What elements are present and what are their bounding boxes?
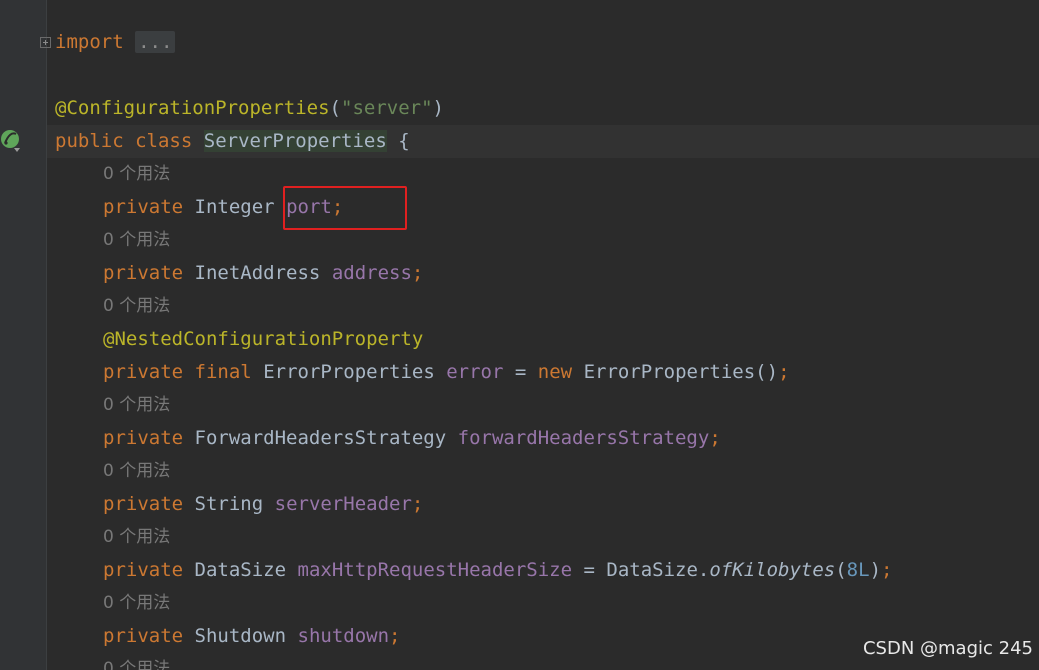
paren-open: ( — [835, 559, 847, 581]
watermark: CSDN @magic 245 — [862, 638, 1033, 659]
code-line-max-http-request-header-size[interactable]: private DataSize maxHttpRequestHeaderSiz… — [103, 554, 892, 587]
editor-gutter[interactable] — [0, 0, 46, 670]
field-name-address: address — [331, 262, 412, 284]
field-name-server-header: serverHeader — [274, 493, 412, 515]
field-type: String — [194, 493, 264, 515]
usage-hint[interactable]: 0 个用法 — [103, 224, 170, 257]
paren-close: ) — [432, 97, 444, 119]
constructor-name: ErrorProperties — [583, 361, 756, 383]
semicolon: ; — [411, 262, 424, 284]
usage-hint[interactable]: 0 个用法 — [103, 389, 170, 422]
public-keyword: public — [55, 130, 124, 152]
private-keyword: private — [103, 262, 184, 284]
usage-hint[interactable]: 0 个用法 — [103, 158, 170, 191]
usage-hint[interactable]: 0 个用法 — [103, 521, 170, 554]
number-literal: 8L — [846, 559, 870, 581]
new-keyword: new — [537, 361, 573, 383]
usage-hint[interactable]: 0 个用法 — [103, 290, 170, 323]
spring-bean-icon[interactable] — [0, 128, 24, 154]
brace-open: { — [398, 130, 410, 152]
fold-expand-icon[interactable] — [40, 37, 51, 48]
field-name-shutdown: shutdown — [297, 625, 390, 647]
private-keyword: private — [103, 559, 184, 581]
code-line-error[interactable]: private final ErrorProperties error = ne… — [103, 356, 790, 389]
paren-close: ) — [869, 559, 882, 581]
gutter-separator — [46, 0, 47, 670]
configuration-properties-annotation: @ConfigurationProperties — [55, 97, 330, 119]
code-line-import[interactable]: import ... — [55, 26, 176, 59]
private-keyword: private — [103, 493, 184, 515]
field-type: DataSize — [194, 559, 287, 581]
code-editor[interactable]: import ... @ConfigurationProperties("ser… — [0, 0, 1039, 670]
code-line-server-header[interactable]: private String serverHeader; — [103, 488, 423, 521]
field-name-error: error — [446, 361, 504, 383]
field-type: ErrorProperties — [263, 361, 435, 383]
field-type: InetAddress — [194, 262, 321, 284]
code-line-nested-annotation[interactable]: @NestedConfigurationProperty — [103, 323, 423, 356]
field-type: ForwardHeadersStrategy — [194, 427, 447, 449]
highlight-annotation-box — [283, 186, 407, 230]
import-keyword: import — [55, 31, 124, 53]
field-type: Shutdown — [194, 625, 287, 647]
code-line-forward-headers-strategy[interactable]: private ForwardHeadersStrategy forwardHe… — [103, 422, 721, 455]
private-keyword: private — [103, 427, 184, 449]
parens: () — [755, 361, 779, 383]
code-line-class-declaration[interactable]: public class ServerProperties { — [55, 125, 410, 158]
semicolon: ; — [881, 559, 893, 581]
semicolon: ; — [389, 625, 401, 647]
class-name: ServerProperties — [203, 130, 387, 152]
private-keyword: private — [103, 625, 184, 647]
paren-open: ( — [329, 97, 341, 119]
semicolon: ; — [778, 361, 790, 383]
semicolon: ; — [709, 427, 721, 449]
dot: . — [697, 559, 710, 581]
final-keyword: final — [194, 361, 252, 383]
class-keyword: class — [135, 130, 193, 152]
semicolon: ; — [411, 493, 424, 515]
private-keyword: private — [103, 196, 184, 218]
field-name-max-http-request-header-size: maxHttpRequestHeaderSize — [297, 559, 573, 581]
annotation-string-arg: "server" — [341, 97, 433, 119]
equals-operator: = — [583, 559, 595, 581]
nested-configuration-property-annotation: @NestedConfigurationProperty — [103, 328, 424, 350]
code-line-address[interactable]: private InetAddress address; — [103, 257, 423, 290]
usage-hint[interactable]: 0 个用法 — [103, 587, 170, 620]
folded-imports[interactable]: ... — [135, 31, 176, 53]
equals-operator: = — [514, 361, 527, 383]
field-name-forward-headers-strategy: forwardHeadersStrategy — [457, 427, 710, 449]
of-kilobytes-method: ofKilobytes — [709, 559, 836, 581]
code-line-shutdown[interactable]: private Shutdown shutdown; — [103, 620, 400, 653]
datasize-class-ref: DataSize — [606, 559, 698, 581]
usage-hint[interactable]: 0 个用法 — [103, 455, 170, 488]
usage-hint-partial[interactable]: 0 个用法 — [103, 653, 170, 670]
code-line-annotation[interactable]: @ConfigurationProperties("server") — [55, 92, 444, 125]
field-type: Integer — [194, 196, 275, 218]
private-keyword: private — [103, 361, 184, 383]
